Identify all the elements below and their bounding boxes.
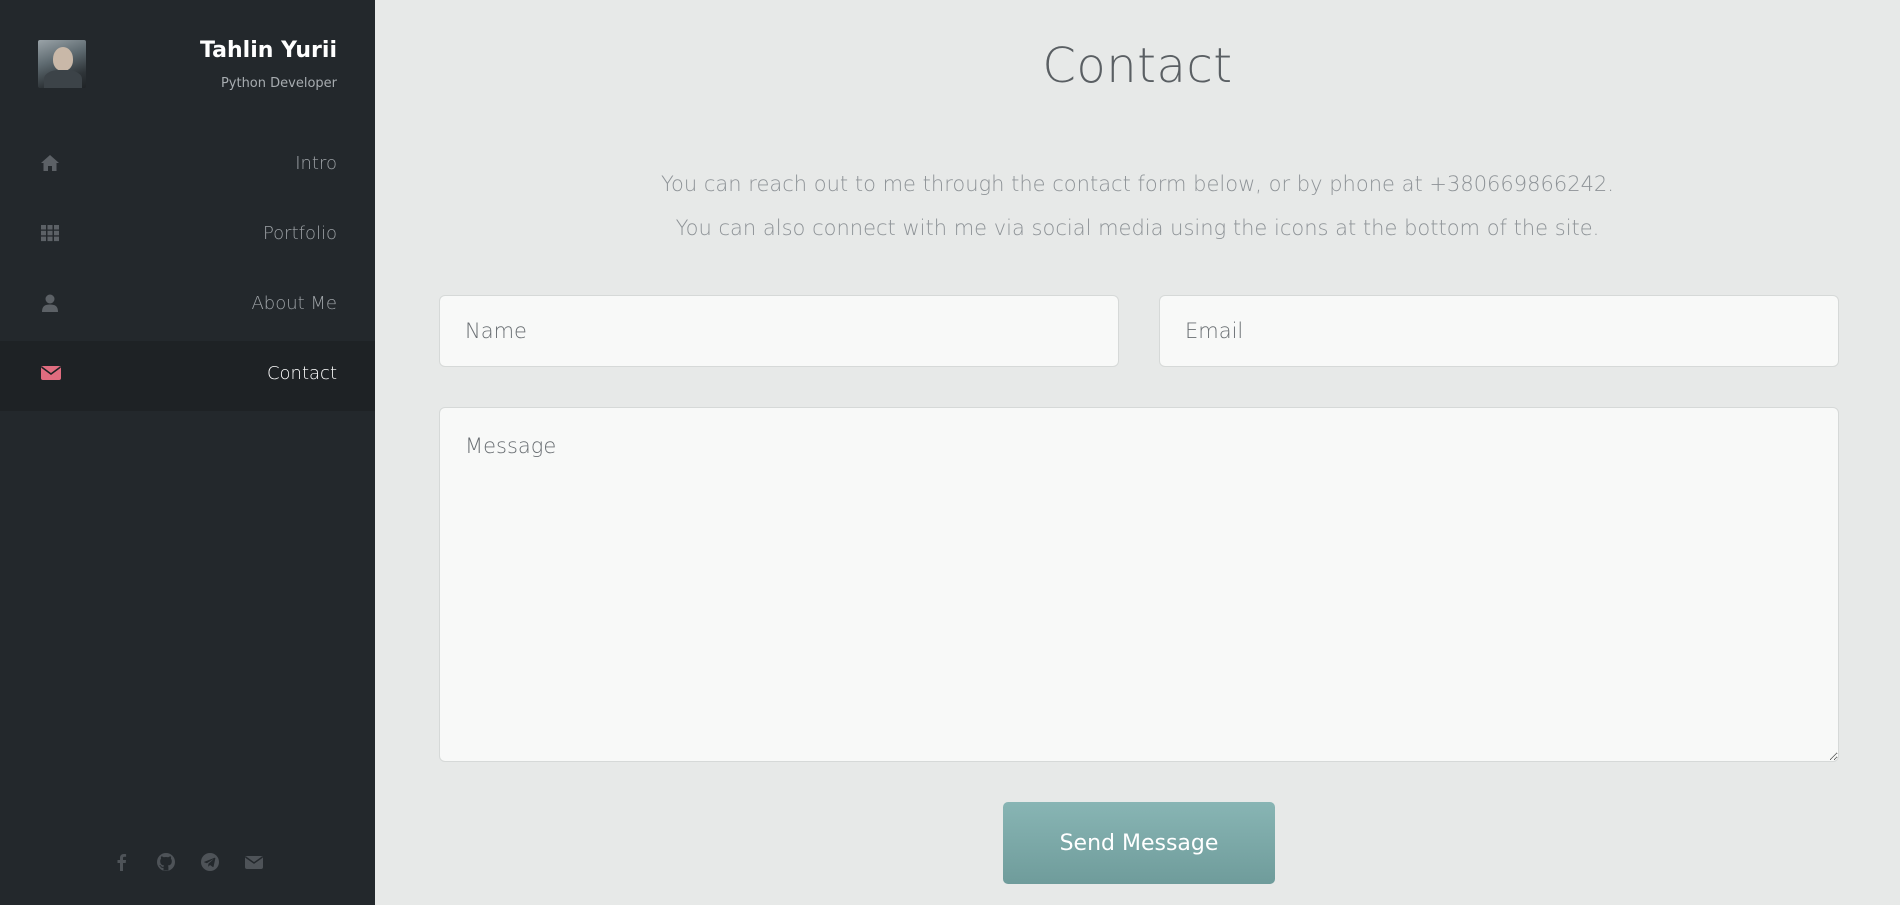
profile-name: Tahlin Yurii bbox=[199, 38, 337, 63]
sidebar-nav: Intro Portfolio About Me Contact bbox=[0, 131, 375, 411]
intro-line-1: You can reach out to me through the cont… bbox=[661, 172, 1614, 196]
sidebar-item-contact[interactable]: Contact bbox=[0, 341, 375, 411]
github-icon[interactable] bbox=[156, 852, 176, 872]
envelope-icon bbox=[40, 363, 61, 383]
sidebar-item-label: Intro bbox=[295, 153, 337, 174]
sidebar-item-portfolio[interactable]: Portfolio bbox=[0, 201, 375, 271]
avatar bbox=[38, 40, 86, 88]
send-message-button[interactable]: Send Message bbox=[1003, 802, 1275, 884]
sidebar-item-about-me[interactable]: About Me bbox=[0, 271, 375, 341]
grid-icon bbox=[40, 223, 60, 243]
sidebar: Tahlin Yurii Python Developer Intro Port… bbox=[0, 0, 375, 905]
sidebar-item-label: Portfolio bbox=[262, 223, 337, 244]
email-field[interactable] bbox=[1159, 295, 1839, 367]
name-field[interactable] bbox=[439, 295, 1119, 367]
intro-line-2: You can also connect with me via social … bbox=[675, 216, 1600, 240]
home-icon bbox=[40, 153, 60, 173]
message-field[interactable] bbox=[439, 407, 1839, 762]
user-icon bbox=[40, 293, 60, 313]
envelope-icon[interactable] bbox=[244, 852, 264, 872]
page-title: Contact bbox=[1042, 38, 1233, 94]
telegram-icon[interactable] bbox=[200, 852, 220, 872]
sidebar-item-label: Contact bbox=[266, 363, 337, 384]
profile-role: Python Developer bbox=[220, 76, 337, 91]
sidebar-item-intro[interactable]: Intro bbox=[0, 131, 375, 201]
sidebar-item-label: About Me bbox=[251, 293, 337, 314]
profile-header: Tahlin Yurii Python Developer bbox=[0, 0, 375, 130]
facebook-icon[interactable] bbox=[112, 852, 132, 872]
contact-intro: You can reach out to me through the cont… bbox=[375, 162, 1900, 250]
social-links bbox=[0, 852, 375, 872]
main-content: Contact You can reach out to me through … bbox=[375, 0, 1900, 905]
